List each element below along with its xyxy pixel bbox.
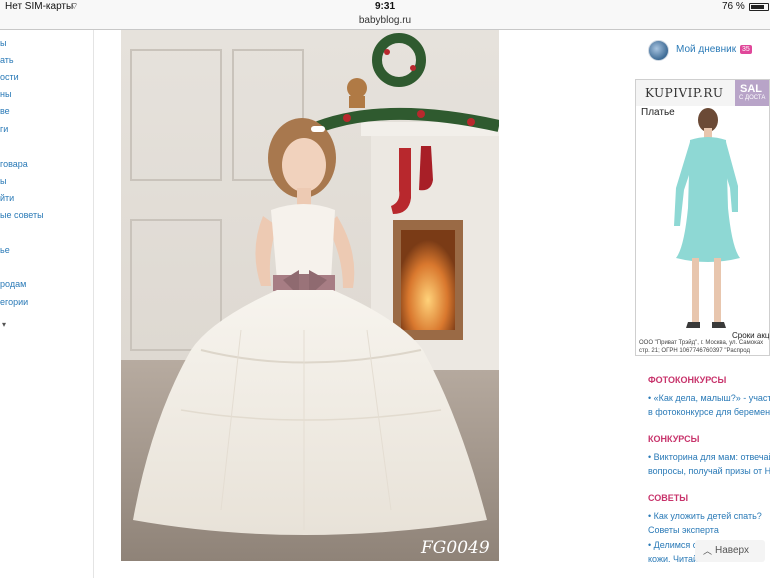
ad-legal-line: стр. 21; ОГРН 1067746760397 "Распрод — [639, 348, 750, 354]
battery-percent: 76 % — [722, 1, 745, 12]
battery-icon — [749, 3, 769, 11]
nav-item[interactable]: ны — [0, 89, 11, 99]
contest-link[interactable]: вопросы, получай призы от HiP — [648, 466, 770, 476]
product-photo[interactable]: FG0049 — [121, 30, 499, 561]
dress-photo-illustration — [121, 30, 499, 561]
ad-brand-logo: KUPIVIP.RU — [645, 86, 724, 100]
back-to-top-button[interactable]: ︿ Наверх — [695, 540, 765, 562]
photo-contest-link[interactable]: • «Как дела, малыш?» - участву — [648, 393, 770, 403]
ad-legal-text: ООО "Приват Трэйд", г. Москва, ул. Самок… — [639, 339, 763, 355]
nav-item[interactable]: говара — [0, 159, 28, 169]
nav-item[interactable]: ве — [0, 106, 10, 116]
tip-link[interactable]: • Делимся с — [648, 540, 697, 550]
nav-item[interactable]: ы — [0, 176, 6, 186]
section-title-photo-contests[interactable]: ФОТОКОНКУРСЫ — [648, 375, 726, 385]
ad-banner[interactable]: KUPIVIP.RU SAL С ДОСТА Платье Сроки акци… — [635, 79, 770, 356]
nav-item[interactable]: ы — [0, 38, 6, 48]
ad-sale-text: SAL — [740, 83, 762, 95]
tip-link[interactable]: кожи. Читай — [648, 554, 698, 564]
section-title-contests[interactable]: КОНКУРСЫ — [648, 434, 699, 444]
clock: 9:31 — [374, 1, 395, 12]
nav-item[interactable]: ги — [0, 124, 8, 134]
nav-item[interactable]: родам — [0, 279, 26, 289]
nav-item[interactable]: ать — [0, 55, 14, 65]
section-title-tips[interactable]: СОВЕТЫ — [648, 493, 688, 503]
ad-legal-line: ООО "Приват Трэйд", г. Москва, ул. Самок… — [639, 340, 764, 346]
tip-link[interactable]: • Как уложить детей спать? — [648, 511, 762, 521]
chevron-down-icon[interactable]: ▾ — [2, 320, 6, 329]
diary-count-badge: 35 — [740, 45, 752, 54]
nav-item[interactable]: егории — [0, 297, 28, 307]
ad-delivery-text: С ДОСТА — [739, 95, 766, 101]
nav-item[interactable]: йти — [0, 193, 14, 203]
url-text[interactable]: babyblog.ru — [0, 15, 770, 26]
left-navigation: ы ать ости ны ве ги говара ы йти ые сове… — [0, 30, 94, 578]
nav-item[interactable]: ые советы — [0, 210, 44, 220]
my-diary-label[interactable]: Мой дневник — [676, 44, 736, 55]
nav-item[interactable]: ье — [0, 245, 10, 255]
avatar[interactable] — [648, 40, 669, 61]
ad-model-figure — [674, 108, 740, 328]
back-to-top-label: Наверх — [715, 545, 749, 556]
address-bar[interactable]: babyblog.ru — [0, 14, 770, 30]
photo-contest-link[interactable]: в фотоконкурсе для беременн — [648, 407, 770, 417]
status-bar: Нет SIM-карты ⌔ 9:31 76 % — [0, 0, 770, 14]
product-code-watermark: FG0049 — [421, 538, 490, 558]
chevron-up-icon: ︿ — [703, 546, 713, 556]
tip-link[interactable]: Советы эксперта — [648, 525, 719, 535]
nav-item[interactable]: ости — [0, 72, 19, 82]
contest-link[interactable]: • Викторина для мам: отвечай — [648, 452, 770, 462]
